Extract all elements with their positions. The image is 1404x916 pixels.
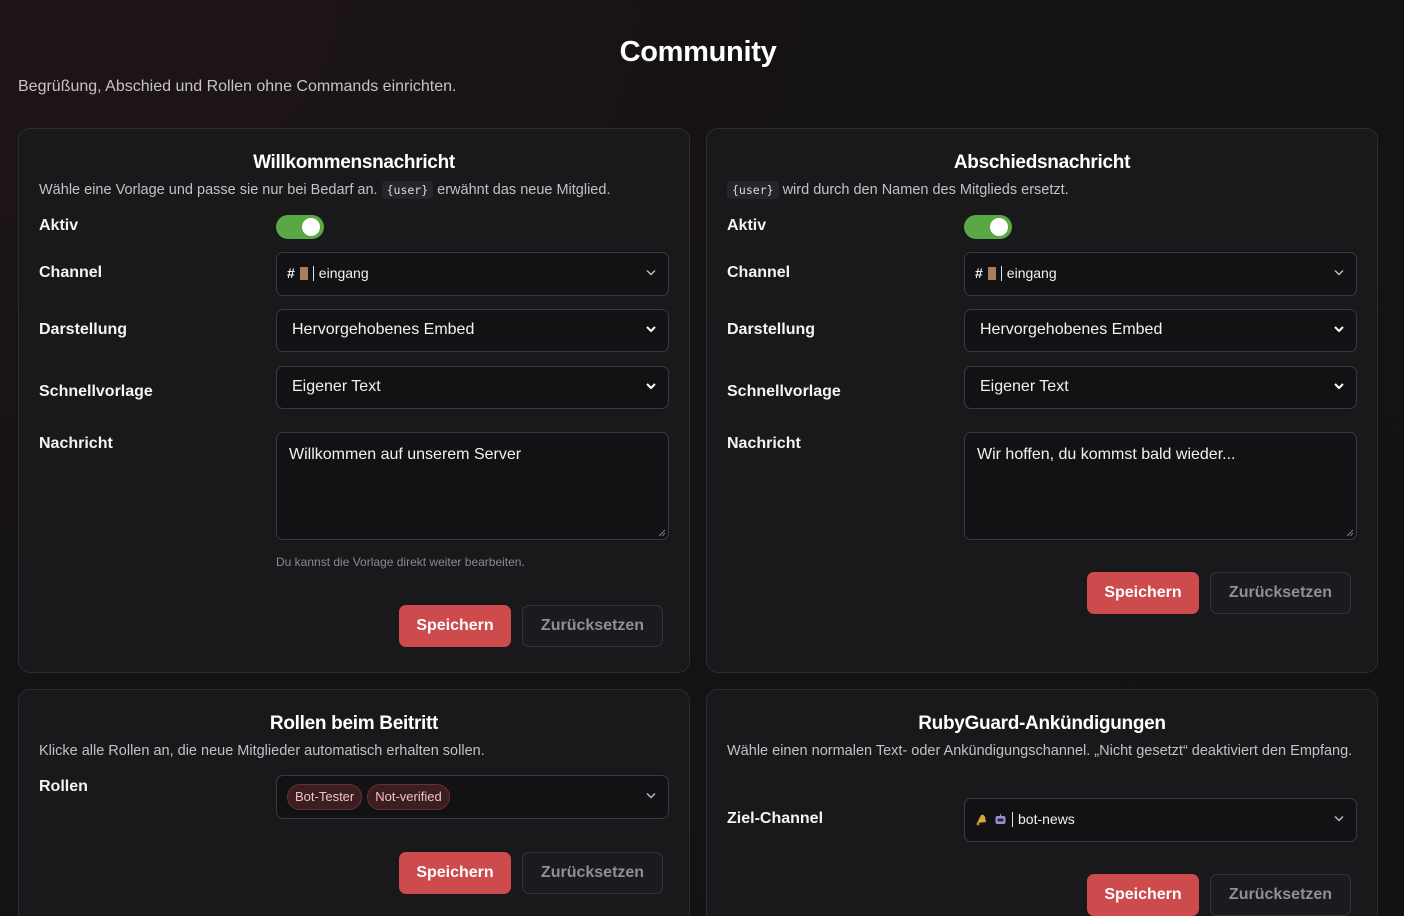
channel-label: Channel <box>727 264 791 281</box>
save-button[interactable]: Speichern <box>1087 874 1199 916</box>
display-label: Darstellung <box>39 321 128 338</box>
hint-text: Du kannst die Vorlage direkt weiter bear… <box>276 555 525 569</box>
hash-icon: # <box>287 265 295 281</box>
template-select[interactable]: Eigener Text <box>964 366 1357 409</box>
message-textarea[interactable]: Wir hoffen, du kommst bald wieder... <box>964 432 1357 540</box>
toggle-knob <box>302 218 320 236</box>
roles-label: Rollen <box>39 778 88 795</box>
active-label: Aktiv <box>39 217 79 234</box>
message-value: Willkommen auf unserem Server <box>289 446 522 463</box>
desc-text: Wähle eine Vorlage und passe sie nur bei… <box>39 182 382 198</box>
target-channel-select[interactable]: bot-news <box>964 798 1357 842</box>
desc-text: erwähnt das neue Mitglied. <box>433 182 611 198</box>
card-title: Willkommensnachricht <box>253 152 455 173</box>
separator <box>1000 265 1002 281</box>
toggle-knob <box>990 218 1008 236</box>
template-label: Schnellvorlage <box>727 383 841 400</box>
template-select[interactable]: Eigener Text <box>276 366 669 409</box>
save-button[interactable]: Speichern <box>399 605 511 647</box>
selected-roles: Bot-Tester Not-verified <box>287 784 455 810</box>
save-button[interactable]: Speichern <box>1087 572 1199 614</box>
roles-multiselect[interactable]: Bot-Tester Not-verified <box>276 775 669 819</box>
chevron-down-icon <box>1334 815 1344 822</box>
chevron-down-icon <box>646 792 656 799</box>
chevron-down-icon <box>646 383 656 390</box>
template-value: Eigener Text <box>292 378 381 395</box>
display-value: Hervorgehobenes Embed <box>292 321 475 338</box>
card-description: Wähle eine Vorlage und passe sie nur bei… <box>39 179 669 202</box>
reset-button[interactable]: Zurücksetzen <box>522 605 663 647</box>
template-value: Eigener Text <box>980 378 1069 395</box>
card-description: Wähle einen normalen Text- oder Ankündig… <box>727 743 1353 759</box>
welcome-card: Willkommensnachricht Wähle eine Vorlage … <box>18 128 690 673</box>
door-icon <box>987 266 996 280</box>
role-chip-not-verified[interactable]: Not-verified <box>367 784 450 810</box>
channel-value: # eingang <box>975 265 1057 281</box>
reset-button[interactable]: Zurücksetzen <box>1210 572 1351 614</box>
join-roles-card: Rollen beim Beitritt Klicke alle Rollen … <box>18 689 690 916</box>
message-value: Wir hoffen, du kommst bald wieder... <box>977 446 1236 463</box>
channel-select[interactable]: # eingang <box>276 252 669 296</box>
channel-select[interactable]: # eingang <box>964 252 1357 296</box>
chevron-down-icon <box>646 326 656 333</box>
message-textarea[interactable]: Willkommen auf unserem Server <box>276 432 669 540</box>
bell-icon <box>976 814 986 825</box>
channel-label: Channel <box>39 264 103 281</box>
save-button[interactable]: Speichern <box>399 852 511 894</box>
resize-grip-icon[interactable] <box>658 529 666 537</box>
channel-name: bot-news <box>1018 811 1075 827</box>
channel-value: # eingang <box>287 265 369 281</box>
user-placeholder-tag: {user} <box>727 181 779 199</box>
card-description: Klicke alle Rollen an, die neue Mitglied… <box>39 743 485 759</box>
display-select[interactable]: Hervorgehobenes Embed <box>276 309 669 352</box>
display-value: Hervorgehobenes Embed <box>980 321 1163 338</box>
active-label: Aktiv <box>727 217 767 234</box>
message-label: Nachricht <box>39 435 113 452</box>
announcements-card: RubyGuard-Ankündigungen Wähle einen norm… <box>706 689 1378 916</box>
active-toggle[interactable] <box>276 215 324 239</box>
separator <box>1012 811 1013 827</box>
message-label: Nachricht <box>727 435 801 452</box>
role-chip-bot-tester[interactable]: Bot-Tester <box>287 784 363 810</box>
card-description: {user} wird durch den Namen des Mitglied… <box>727 179 1357 202</box>
door-icon <box>299 266 308 280</box>
robot-icon <box>995 813 1006 824</box>
hash-icon: # <box>975 265 983 281</box>
target-channel-label: Ziel-Channel <box>727 810 824 827</box>
card-title: RubyGuard-Ankündigungen <box>918 713 1166 734</box>
display-select[interactable]: Hervorgehobenes Embed <box>964 309 1357 352</box>
chevron-down-icon <box>1334 383 1344 390</box>
template-label: Schnellvorlage <box>39 383 153 400</box>
farewell-card: Abschiedsnachricht {user} wird durch den… <box>706 128 1378 673</box>
card-title: Rollen beim Beitritt <box>269 713 439 734</box>
user-placeholder-tag: {user} <box>381 181 434 199</box>
separator <box>312 265 314 281</box>
resize-grip-icon[interactable] <box>1346 529 1354 537</box>
reset-button[interactable]: Zurücksetzen <box>522 852 663 894</box>
page-title: Community <box>619 36 777 68</box>
channel-name: eingang <box>1006 265 1057 281</box>
channel-value: bot-news <box>975 811 1075 827</box>
card-title: Abschiedsnachricht <box>953 152 1131 173</box>
channel-name: eingang <box>318 265 369 281</box>
active-toggle[interactable] <box>964 215 1012 239</box>
chevron-down-icon <box>646 269 656 276</box>
reset-button[interactable]: Zurücksetzen <box>1210 874 1351 916</box>
page-subtitle: Begrüßung, Abschied und Rollen ohne Comm… <box>18 78 457 95</box>
display-label: Darstellung <box>727 321 816 338</box>
chevron-down-icon <box>1334 326 1344 333</box>
desc-text: wird durch den Namen des Mitglieds erset… <box>778 182 1069 198</box>
chevron-down-icon <box>1334 269 1344 276</box>
